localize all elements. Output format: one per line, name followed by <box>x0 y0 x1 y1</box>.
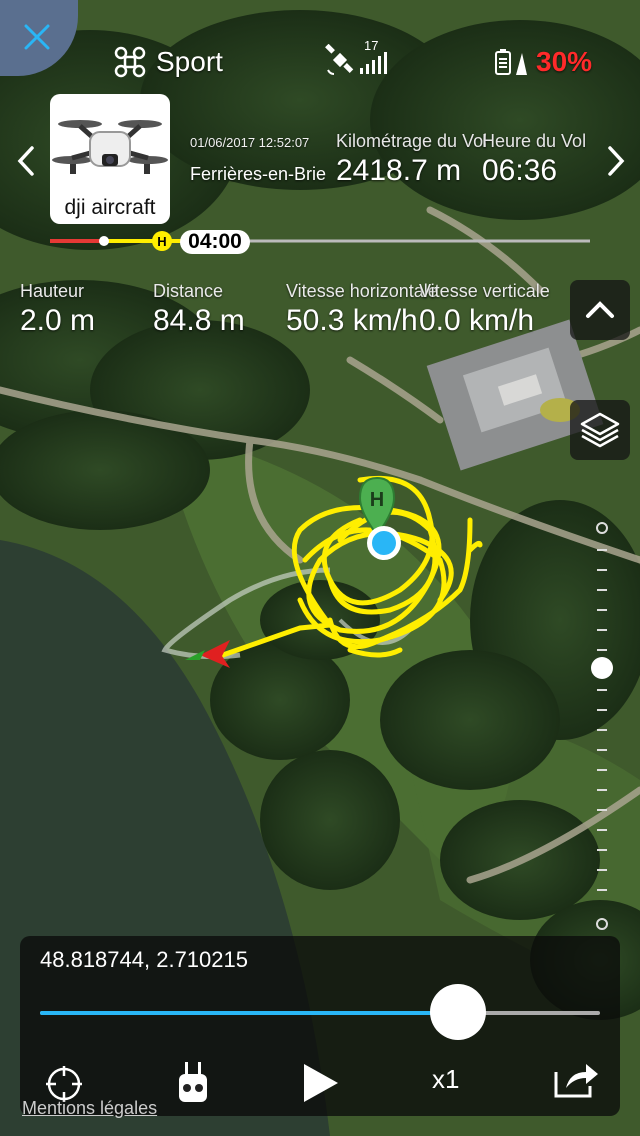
stat-value-height: 2.0 m <box>20 304 96 337</box>
legal-notice-link[interactable]: Mentions légales <box>22 1098 157 1119</box>
previous-flight-arrow-icon[interactable] <box>12 146 42 176</box>
aircraft-card[interactable]: dji aircraft <box>50 94 170 224</box>
timeline-current-time: 04:00 <box>180 230 250 254</box>
flight-mode-label: Sport <box>156 46 223 77</box>
layers-icon <box>580 412 620 448</box>
drone-icon <box>114 46 146 78</box>
aircraft-name: dji aircraft <box>64 196 156 219</box>
play-icon[interactable] <box>300 1062 340 1104</box>
satellite-icon <box>325 44 354 75</box>
playback-slider-fill <box>40 1011 460 1015</box>
stat-label-horizontal-speed: Vitesse horizontale <box>286 281 438 301</box>
chevron-up-icon <box>586 301 614 318</box>
gps-signal-indicator: 17 <box>324 38 394 80</box>
stat-value-distance: 84.8 m <box>153 304 245 337</box>
flight-datetime: 01/06/2017 12:52:07 <box>190 135 310 150</box>
map-layers-button[interactable] <box>570 400 630 460</box>
zoom-slider[interactable] <box>590 516 614 936</box>
timeline-position-marker <box>99 236 109 246</box>
collapse-panel-button[interactable] <box>570 280 630 340</box>
share-icon[interactable] <box>552 1060 600 1100</box>
satellite-count: 17 <box>364 38 379 53</box>
zoom-slider-thumb <box>591 657 613 679</box>
stat-label-vertical-speed: Vitesse verticale <box>419 281 550 301</box>
stat-label-height: Hauteur <box>20 281 85 301</box>
playback-slider-thumb[interactable] <box>430 984 486 1040</box>
next-flight-arrow-icon[interactable] <box>600 146 630 176</box>
flight-duration-value: 06:36 <box>482 154 558 187</box>
drone-photo-icon <box>52 120 168 174</box>
flight-timeline[interactable]: H <box>50 226 590 256</box>
battery-icon <box>495 49 527 75</box>
stat-label-distance: Distance <box>153 281 224 301</box>
stat-value-horizontal-speed: 50.3 km/h <box>286 304 418 337</box>
timeline-home-marker-text: H <box>157 234 166 249</box>
stat-value-vertical-speed: 0.0 km/h <box>419 304 535 337</box>
flight-distance-label: Kilométrage du Vol <box>336 131 488 151</box>
flight-location: Ferrières-en-Brie <box>190 164 327 184</box>
signal-bars-icon <box>360 52 387 74</box>
svg-text:H: H <box>370 489 384 511</box>
coordinates-readout: 48.818744, 2.710215 <box>40 947 248 972</box>
aircraft-position-icon <box>367 526 401 560</box>
playback-speed[interactable]: x1 <box>432 1064 459 1095</box>
battery-indicator: 30% <box>494 42 592 82</box>
flight-distance-value: 2418.7 m <box>336 154 462 187</box>
battery-percent: 30% <box>536 46 593 77</box>
flight-mode-indicator: Sport <box>114 42 223 82</box>
close-icon <box>24 24 50 50</box>
remote-controller-icon[interactable] <box>176 1060 210 1104</box>
flight-duration-label: Heure du Vol <box>482 131 587 151</box>
